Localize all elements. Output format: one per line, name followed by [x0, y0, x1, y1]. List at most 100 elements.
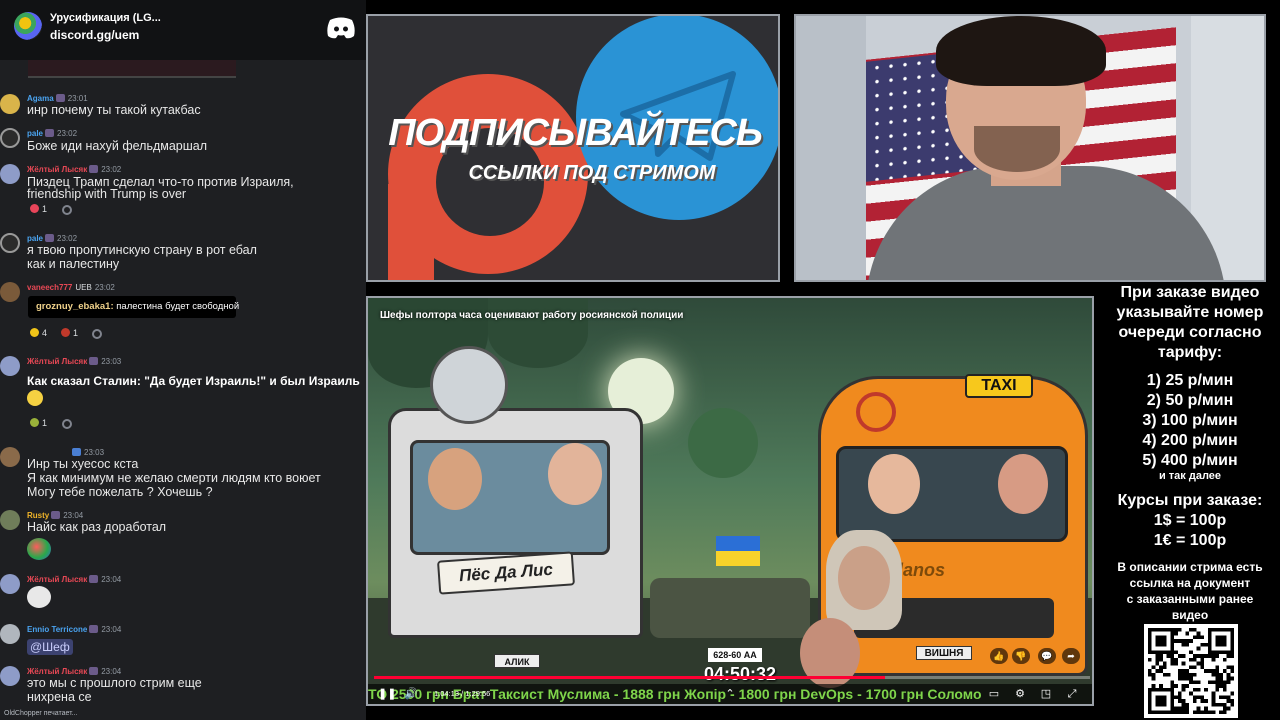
- tank: [650, 578, 810, 638]
- message-meta: Жёлтый Лысяк 23:04: [27, 667, 121, 676]
- badge-icon: [89, 575, 99, 583]
- driver-face: [548, 443, 602, 505]
- tariff-5: 5) 400 р/мин: [1142, 452, 1238, 469]
- message-text: Инр ты хуесос кста: [27, 457, 139, 471]
- volume-icon[interactable]: 🔊: [404, 688, 418, 700]
- avatar[interactable]: [0, 510, 20, 530]
- pause-button[interactable]: ❚❚: [378, 688, 396, 700]
- avatar[interactable]: [0, 666, 20, 686]
- video-player[interactable]: Шефы полтора часа оценивают работу росия…: [366, 296, 1094, 706]
- username[interactable]: vaneech777: [27, 283, 72, 292]
- fullscreen-icon[interactable]: ⤢: [1066, 688, 1078, 700]
- username[interactable]: Rusty: [27, 511, 49, 520]
- timestamp: 23:02: [57, 234, 78, 243]
- username[interactable]: Жёлтый Лысяк: [27, 575, 87, 584]
- server-invite-link[interactable]: discord.gg/uem: [50, 28, 139, 42]
- qr-code[interactable]: [1144, 624, 1238, 718]
- badge-icon: [55, 94, 65, 102]
- curtain: [796, 16, 866, 280]
- ukraine-flag: [716, 536, 760, 566]
- info-text: видео: [1171, 608, 1209, 622]
- message-meta: 23:03: [70, 448, 104, 457]
- reaction-count: 1: [42, 204, 48, 214]
- license-plate: ВИШНЯ: [916, 646, 972, 660]
- message-meta: vaneech777 UEB 23:02: [27, 283, 115, 292]
- tariff-2: 2) 50 р/мин: [1146, 392, 1234, 409]
- info-text: При заказе видео: [1120, 284, 1260, 301]
- reaction[interactable]: 1: [27, 202, 50, 216]
- message-text: Как сказал Сталин: "Да будет Израиль!" и…: [27, 374, 360, 388]
- server-icon[interactable]: [14, 12, 42, 40]
- discord-chat-panel: Урусификация (LG... discord.gg/uem Agama…: [0, 0, 366, 720]
- prohibition-sign-icon: [856, 392, 896, 432]
- avatar[interactable]: [0, 94, 20, 114]
- username[interactable]: Жёлтый Лысяк: [27, 357, 87, 366]
- tariff-4: 4) 200 р/мин: [1142, 432, 1238, 449]
- comment-button[interactable]: 💬: [1038, 648, 1056, 664]
- badge-icon: [45, 234, 55, 242]
- role-badge: UEB: [75, 283, 92, 292]
- reply-quote[interactable]: groznuy_ebaka1: палестина будет свободно…: [28, 296, 239, 318]
- timestamp: 23:02: [101, 165, 122, 174]
- message-text: нихрена се: [27, 690, 92, 704]
- info-text: очереди согласно: [1118, 324, 1262, 341]
- rates-title: Курсы при заказе:: [1117, 492, 1263, 509]
- tariff-3: 3) 100 р/мин: [1142, 412, 1238, 429]
- message-text: Могу тебе пожелать ? Хочешь ?: [27, 485, 213, 499]
- subscribe-banner: ПОДПИСЫВАЙТЕСЬ ССЫЛКИ ПОД СТРИМОМ: [366, 14, 780, 282]
- avatar[interactable]: [0, 233, 20, 253]
- add-reaction-icon[interactable]: [62, 419, 72, 429]
- like-button[interactable]: 👍: [990, 648, 1008, 664]
- avatar[interactable]: [0, 624, 20, 644]
- reaction-count: 4: [42, 328, 48, 338]
- reaction[interactable]: 4: [27, 326, 50, 340]
- streamer-beard: [974, 126, 1060, 172]
- info-text: указывайте номер: [1116, 304, 1264, 321]
- timestamp: 23:01: [67, 94, 88, 103]
- message-text: Я как минимум не желаю смерти людям кто …: [27, 471, 321, 485]
- user-mention[interactable]: @Шеф: [27, 639, 73, 655]
- username[interactable]: Жёлтый Лысяк: [27, 165, 87, 174]
- progress-bar[interactable]: [374, 676, 1090, 679]
- miniplayer-icon[interactable]: ◳: [1040, 688, 1052, 700]
- time-display: 1:04:13 / 1:29:56: [434, 689, 491, 698]
- meme-face-sticker-icon: [27, 586, 51, 608]
- username[interactable]: Ennio Terricone: [27, 625, 87, 634]
- username[interactable]: Agama: [27, 94, 54, 103]
- satellite-dish: [430, 346, 508, 424]
- rate-eur: 1€ = 100р: [1153, 532, 1227, 549]
- typing-indicator: OldChopper печатает...: [4, 710, 78, 717]
- add-reaction-icon[interactable]: [62, 205, 72, 215]
- timestamp: 23:04: [101, 575, 122, 584]
- message-meta: Agama 23:01: [27, 94, 88, 103]
- avatar[interactable]: [0, 574, 20, 594]
- reaction[interactable]: 1: [58, 326, 81, 340]
- username[interactable]: pale: [27, 129, 43, 138]
- server-name: Урусификация (LG...: [50, 12, 161, 24]
- avatar[interactable]: [0, 164, 20, 184]
- avatar[interactable]: [0, 128, 20, 148]
- player-controls: ❚❚ 🔊 1:04:13 / 1:29:56 ⌃ ▭ ⚙ ◳ ⤢: [368, 682, 1092, 704]
- add-reaction-icon[interactable]: [92, 329, 102, 339]
- avatar[interactable]: [0, 356, 20, 376]
- dislike-button[interactable]: 👎: [1012, 648, 1030, 664]
- driver-face: [998, 454, 1048, 514]
- message-meta: Жёлтый Лысяк 23:04: [27, 575, 121, 584]
- message-meta: Жёлтый Лысяк 23:03: [27, 357, 121, 366]
- message-meta: pale 23:02: [27, 129, 77, 138]
- captions-icon[interactable]: ▭: [988, 688, 1000, 700]
- reaction[interactable]: 1: [27, 416, 50, 430]
- chevron-up-icon[interactable]: ⌃: [724, 688, 736, 700]
- info-text: ссылка на документ: [1129, 576, 1251, 590]
- banner-subtitle: ССЫЛКИ ПОД СТРИМОМ: [468, 162, 716, 184]
- avatar[interactable]: [0, 282, 20, 302]
- reaction-count: 1: [73, 328, 79, 338]
- share-button[interactable]: ➦: [1062, 648, 1080, 664]
- settings-gear-icon[interactable]: ⚙: [1014, 688, 1026, 700]
- tariff-1: 1) 25 р/мин: [1146, 372, 1234, 389]
- badge-icon: [45, 129, 55, 137]
- username[interactable]: pale: [27, 234, 43, 243]
- video-title[interactable]: Шефы полтора часа оценивают работу росия…: [380, 310, 683, 321]
- avatar[interactable]: [0, 447, 20, 467]
- username[interactable]: Жёлтый Лысяк: [27, 667, 87, 676]
